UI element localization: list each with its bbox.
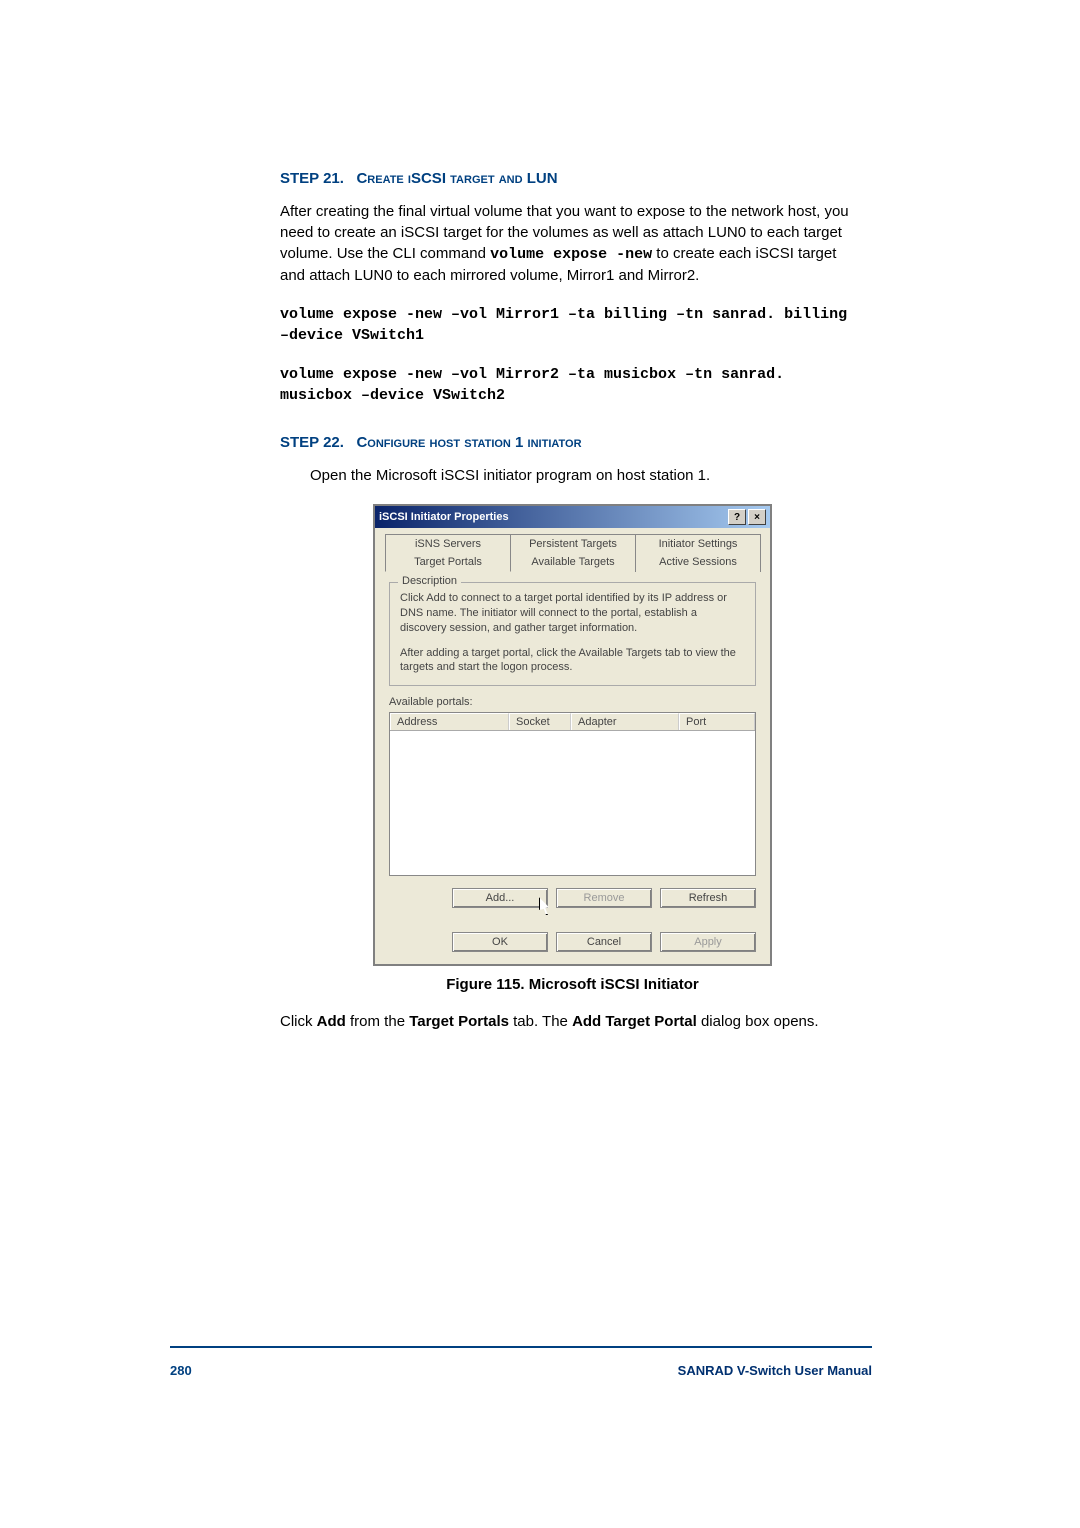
col-port[interactable]: Port (679, 713, 755, 730)
figure-caption: Figure 115. Microsoft iSCSI Initiator (280, 976, 865, 993)
step21-command2: volume expose -new –vol Mirror2 –ta musi… (280, 364, 865, 406)
dialog-button-row: OK Cancel Apply (375, 932, 770, 964)
tab-target-portals[interactable]: Target Portals (385, 553, 511, 572)
tab-content: Description Click Add to connect to a ta… (375, 572, 770, 920)
portal-button-row: Add... Remove Refresh (389, 888, 756, 908)
closing-b1: Add (317, 1013, 346, 1030)
closing-b3: Add Target Portal (572, 1013, 697, 1030)
add-button[interactable]: Add... (452, 888, 548, 908)
closing-paragraph: Click Add from the Target Portals tab. T… (280, 1011, 865, 1032)
tabs-row-front: Target Portals Available Targets Active … (375, 553, 770, 572)
step21-inline-cmd: volume expose -new (490, 246, 652, 263)
ok-button[interactable]: OK (452, 932, 548, 952)
step21-title: Create iSCSI target and LUN (356, 170, 557, 187)
closing-pre: Click (280, 1013, 317, 1030)
step22-label: STEP 22. (280, 434, 344, 451)
cancel-button[interactable]: Cancel (556, 932, 652, 952)
step21-heading: STEP 21. Create iSCSI target and LUN (280, 170, 865, 187)
description-legend: Description (398, 575, 461, 587)
help-icon[interactable]: ? (728, 509, 746, 525)
description-fieldset: Description Click Add to connect to a ta… (389, 582, 756, 686)
tab-persistent-targets[interactable]: Persistent Targets (510, 534, 636, 553)
available-portals-list[interactable]: Address Socket Adapter Port (389, 712, 756, 876)
closing-mid2: tab. The (509, 1013, 572, 1030)
step22-paragraph: Open the Microsoft iSCSI initiator progr… (310, 465, 865, 486)
refresh-button[interactable]: Refresh (660, 888, 756, 908)
step22-heading: STEP 22. Configure host station 1 initia… (280, 434, 865, 451)
step21-label: STEP 21. (280, 170, 344, 187)
remove-button: Remove (556, 888, 652, 908)
tab-available-targets[interactable]: Available Targets (510, 553, 636, 572)
step21-paragraph: After creating the final virtual volume … (280, 201, 865, 286)
closing-b2: Target Portals (409, 1013, 509, 1030)
page-footer: 280 SANRAD V-Switch User Manual (170, 1363, 872, 1378)
close-icon[interactable]: × (748, 509, 766, 525)
description-text-1: Click Add to connect to a target portal … (400, 591, 745, 636)
col-adapter[interactable]: Adapter (571, 713, 679, 730)
step21-command1: volume expose -new –vol Mirror1 –ta bill… (280, 304, 865, 346)
tab-active-sessions[interactable]: Active Sessions (635, 553, 761, 572)
available-portals-label: Available portals: (389, 696, 756, 708)
tab-initiator-settings[interactable]: Initiator Settings (635, 534, 761, 553)
page-number: 280 (170, 1363, 192, 1378)
closing-post: dialog box opens. (697, 1013, 819, 1030)
col-socket[interactable]: Socket (509, 713, 571, 730)
step22-title: Configure host station 1 initiator (356, 434, 581, 451)
dialog-titlebar[interactable]: iSCSI Initiator Properties ? × (375, 506, 770, 528)
closing-mid1: from the (346, 1013, 409, 1030)
dialog-title: iSCSI Initiator Properties (379, 511, 509, 523)
manual-title: SANRAD V-Switch User Manual (678, 1363, 872, 1378)
description-text-2: After adding a target portal, click the … (400, 646, 745, 676)
footer-rule (170, 1346, 872, 1348)
apply-button: Apply (660, 932, 756, 952)
iscsi-initiator-dialog: iSCSI Initiator Properties ? × iSNS Serv… (373, 504, 772, 966)
tabs-row-back: iSNS Servers Persistent Targets Initiato… (375, 528, 770, 553)
listview-header: Address Socket Adapter Port (390, 713, 755, 731)
col-address[interactable]: Address (390, 713, 509, 730)
tab-isns-servers[interactable]: iSNS Servers (385, 534, 511, 553)
